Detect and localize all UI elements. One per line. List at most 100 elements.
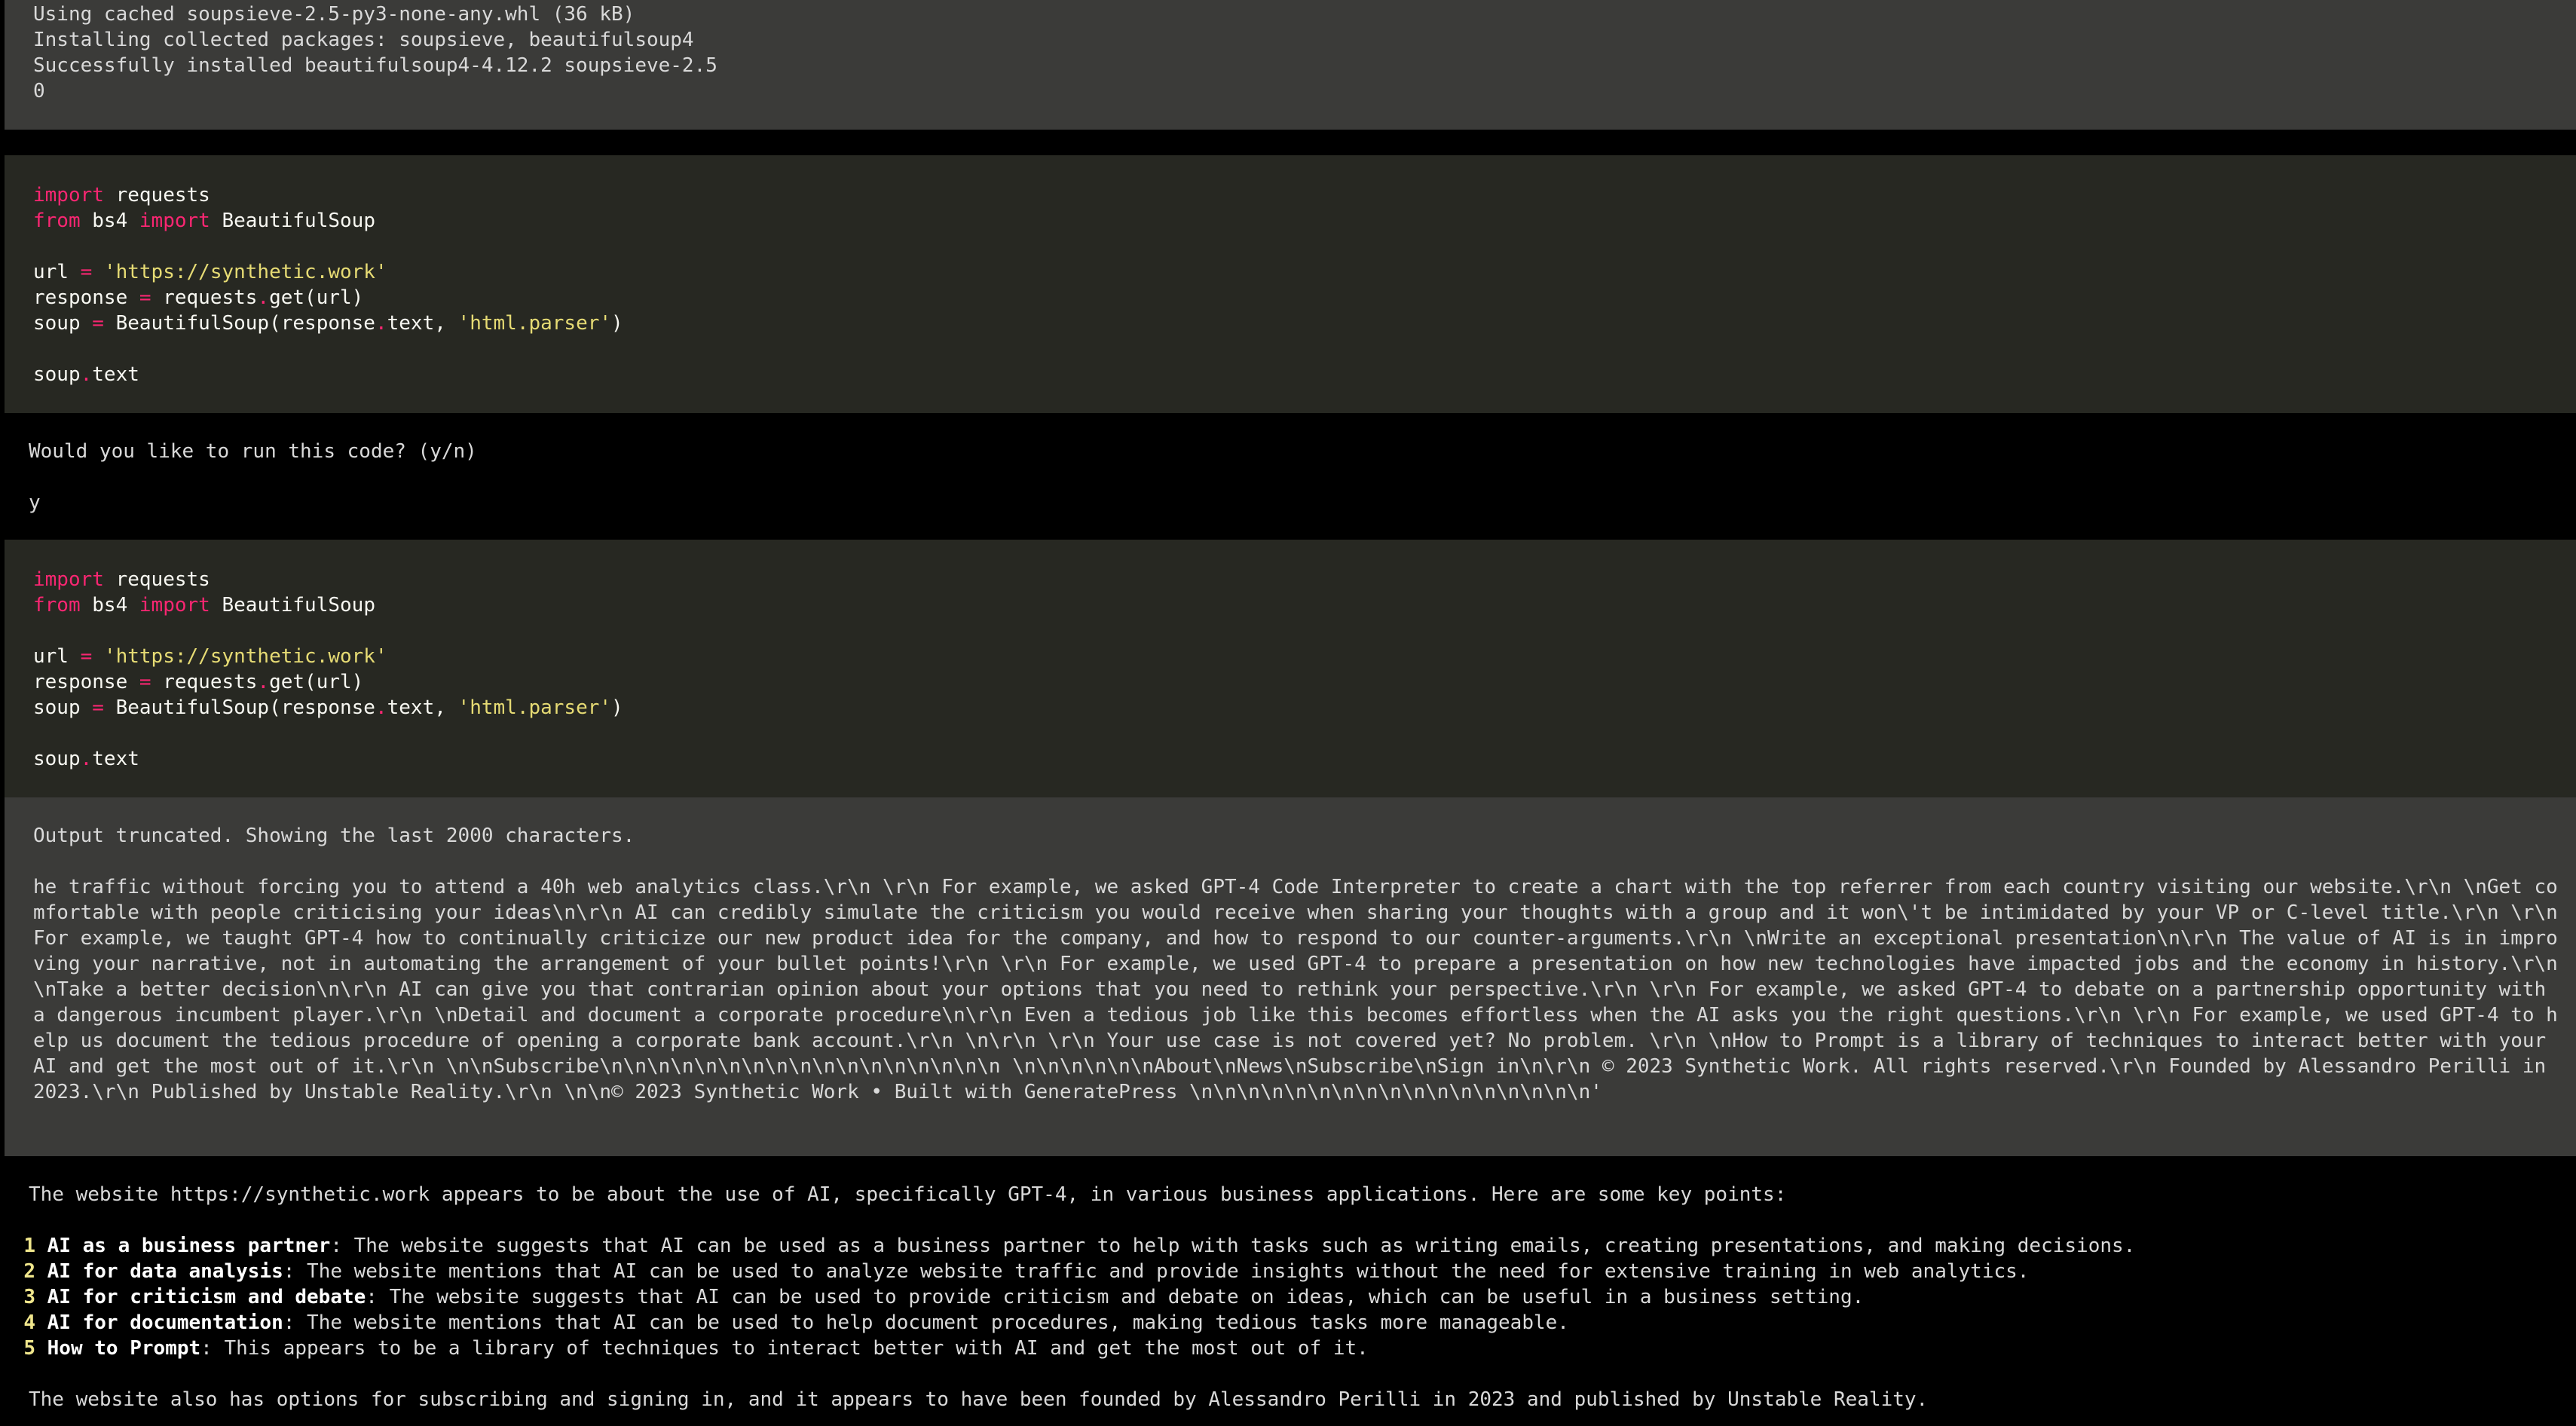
module-requests: requests [103,568,210,591]
list-item-title: AI for criticism and debate [47,1286,366,1308]
install-output-block: Using cached soupsieve-2.5-py3-none-any.… [5,0,2576,130]
list-item-text: : The website mentions that AI can be us… [283,1260,2030,1283]
module-requests: requests [103,184,210,207]
list-number: 2 [23,1260,35,1283]
op-dot: . [257,286,270,309]
code-line-from: from bs4 import BeautifulSoup [33,592,2553,618]
truncated-output-body: he traffic without forcing you to attend… [33,876,2558,1103]
code-line-response: response = requests.get(url) [33,285,2553,311]
summary-list-item: 3 AI for criticism and debate: The websi… [0,1284,2553,1310]
code-line-from: from bs4 import BeautifulSoup [33,208,2553,234]
run-prompt-question: Would you like to run this code? (y/n) [29,440,477,463]
summary-intro: The website https://synthetic.work appea… [29,1183,1787,1206]
truncated-output-block: Output truncated. Showing the last 2000 … [5,797,2576,1156]
var-response: response [33,286,139,309]
list-item-text: : This appears to be a library of techni… [200,1337,1369,1360]
var-soup: soup [33,312,93,335]
install-output-line: Installing collected packages: soupsieve… [33,29,694,51]
list-item-text: : The website mentions that AI can be us… [283,1311,1569,1334]
attr-text: text, [387,696,458,719]
var-url: url [33,645,81,668]
string-parser: 'html.parser' [457,696,612,719]
op-assign: = [80,261,93,283]
call-beautifulsoup: BeautifulSoup(response [103,312,375,335]
module-bs4: bs4 [80,594,139,617]
var-response: response [33,671,139,693]
op-assign: = [80,645,93,668]
var-soup: soup [33,696,93,719]
code-block: import requests from bs4 import Beautifu… [5,540,2576,797]
keyword-import: import [33,184,104,207]
string-url: 'https://synthetic.work' [103,645,387,668]
list-number: 4 [23,1311,35,1334]
code-line-response: response = requests.get(url) [33,669,2553,695]
list-item-title: AI for documentation [47,1311,283,1334]
attr-text: text [92,748,139,770]
op-dot: . [80,748,93,770]
list-item-text: : The website suggests that AI can be us… [366,1286,1865,1308]
summary-list-item: 2 AI for data analysis: The website ment… [0,1259,2553,1284]
truncated-output-header: Output truncated. Showing the last 2000 … [33,825,635,847]
list-number: 3 [23,1286,35,1308]
keyword-import: import [139,594,210,617]
install-output-line: 0 [33,80,45,103]
class-beautifulsoup: BeautifulSoup [210,210,375,232]
keyword-from: from [33,210,81,232]
summary-list-item: 5 How to Prompt: This appears to be a li… [0,1336,2553,1361]
keyword-import: import [33,568,104,591]
keyword-from: from [33,594,81,617]
run-prompt: Would you like to run this code? (y/n) y [0,439,2576,514]
code-block: import requests from bs4 import Beautifu… [5,155,2576,413]
list-number: 5 [23,1337,35,1360]
list-item-title: AI for data analysis [47,1260,283,1283]
code-line-soup-text: soup.text [33,746,2553,772]
call-get: get(url) [269,671,364,693]
paren-close: ) [611,696,623,719]
var-url: url [33,261,81,283]
code-line-soup: soup = BeautifulSoup(response.text, 'htm… [33,311,2553,336]
string-url: 'https://synthetic.work' [103,261,387,283]
list-item-title: How to Prompt [47,1337,201,1360]
op-dot: . [257,671,270,693]
op-dot: . [375,696,387,719]
install-output-line: Using cached soupsieve-2.5-py3-none-any.… [33,3,635,26]
var-soup: soup [33,748,81,770]
op-dot: . [80,363,93,386]
summary-list-item: 4 AI for documentation: The website ment… [0,1310,2553,1336]
assistant-summary: The website https://synthetic.work appea… [0,1182,2576,1426]
call-requests: requests [151,286,258,309]
class-beautifulsoup: BeautifulSoup [210,594,375,617]
code-line-import: import requests [33,567,2553,592]
call-get: get(url) [269,286,364,309]
code-line-import: import requests [33,182,2553,208]
list-item-text: : The website suggests that AI can be us… [330,1235,2136,1257]
string-parser: 'html.parser' [457,312,612,335]
op-assign: = [139,671,151,693]
attr-text: text, [387,312,458,335]
op-dot: . [375,312,387,335]
list-number: 1 [23,1235,35,1257]
summary-list-item: 1 AI as a business partner: The website … [0,1233,2553,1259]
keyword-import: import [139,210,210,232]
var-soup: soup [33,363,81,386]
summary-closing: The website also has options for subscri… [29,1388,1929,1411]
code-line-url: url = 'https://synthetic.work' [33,644,2553,669]
call-beautifulsoup: BeautifulSoup(response [103,696,375,719]
run-prompt-answer[interactable]: y [29,490,2553,516]
op-assign: = [92,696,104,719]
paren-close: ) [611,312,623,335]
module-bs4: bs4 [80,210,139,232]
install-output-line: Successfully installed beautifulsoup4-4.… [33,54,717,77]
op-assign: = [92,312,104,335]
op-assign: = [139,286,151,309]
list-item-title: AI as a business partner [47,1235,331,1257]
code-line-soup-text: soup.text [33,362,2553,387]
